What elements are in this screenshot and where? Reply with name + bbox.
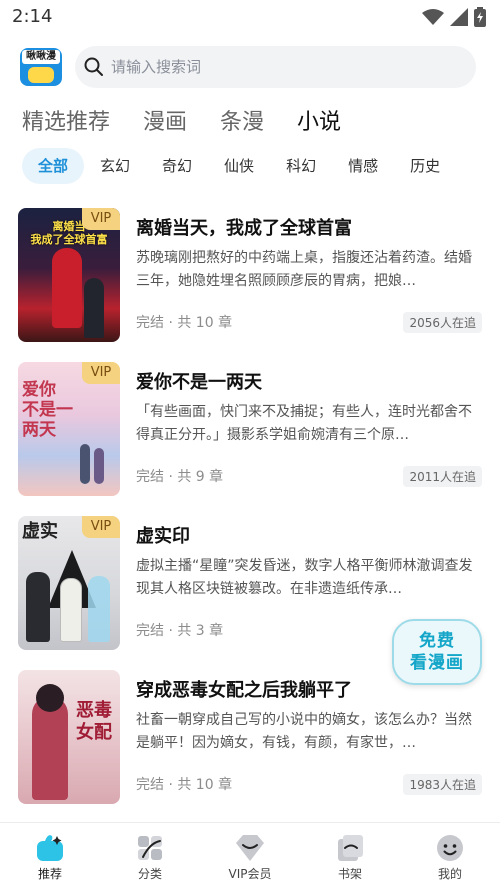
bottom-nav: 推荐 分类 VIP会员 书架 我的 [0, 822, 500, 889]
nav-label: 分类 [137, 867, 162, 881]
status-time: 2:14 [12, 6, 53, 27]
free-comics-float-button[interactable]: 免费 看漫画 [392, 619, 482, 685]
app-screen: 2:14 啾啾漫 精选推荐 漫画 条漫 小说 全部 玄幻 奇幻 仙侠 科幻 情感… [0, 0, 500, 889]
recommend-icon [37, 835, 63, 861]
reader-count: 2011人在追 [403, 466, 482, 487]
book-cover: 恶毒 女配 [18, 670, 120, 804]
genre-tab-all[interactable]: 全部 [22, 148, 85, 184]
tab-novels[interactable]: 小说 [295, 104, 344, 136]
promo-line-2: 看漫画 [410, 653, 464, 673]
cover-figure [26, 572, 50, 642]
genre-tab-history[interactable]: 历史 [394, 148, 456, 184]
promo-line-1: 免费 [419, 631, 455, 651]
nav-label: 推荐 [37, 867, 62, 881]
book-title: 虚实印 [136, 526, 190, 547]
vip-badge: VIP [82, 208, 120, 230]
book-list-item[interactable]: 离婚当 我成了全球首富 VIP 离婚当天，我成了全球首富 苏晚璃刚把熬好的中药端… [18, 208, 484, 342]
cover-figure [80, 444, 90, 484]
book-info: 离婚当天，我成了全球首富 苏晚璃刚把熬好的中药端上桌，指腹还沾着药渣。结婚三年，… [136, 208, 484, 333]
nav-bookshelf[interactable]: 书架 [300, 823, 400, 889]
nav-label: 书架 [337, 867, 362, 881]
book-title: 离婚当天，我成了全球首富 [136, 218, 352, 239]
vip-icon [236, 835, 264, 861]
wifi-icon [422, 9, 444, 25]
tab-webtoon[interactable]: 条漫 [220, 104, 264, 136]
book-status: 完结 · 共 10 章 [136, 777, 233, 793]
status-icons [422, 7, 486, 27]
battery-icon [474, 7, 486, 27]
cover-figure [60, 578, 82, 642]
tab-comics[interactable]: 漫画 [143, 104, 187, 136]
status-bar: 2:14 [0, 0, 500, 34]
logo-mascot [28, 67, 54, 83]
app-logo: 啾啾漫 [20, 48, 62, 86]
cover-figure [88, 576, 110, 642]
logo-text: 啾啾漫 [22, 50, 60, 64]
genre-tab-fantasy[interactable]: 奇幻 [146, 148, 208, 184]
tab-featured[interactable]: 精选推荐 [22, 104, 110, 136]
book-status: 完结 · 共 9 章 [136, 469, 224, 485]
book-list-item[interactable]: 恶毒 女配 穿成恶毒女配之后我躺平了 社畜一朝穿成自己写的小说中的嫡女，该怎么办… [18, 670, 484, 804]
signal-icon [450, 8, 468, 26]
bookshelf-icon [338, 835, 363, 861]
book-status: 完结 · 共 10 章 [136, 315, 233, 331]
main-tabs: 精选推荐 漫画 条漫 小说 [22, 104, 374, 136]
nav-recommend[interactable]: 推荐 [0, 823, 100, 889]
genre-tab-xianxia[interactable]: 仙侠 [208, 148, 270, 184]
cover-figure [52, 248, 82, 328]
genre-tab-romance[interactable]: 情感 [332, 148, 394, 184]
book-title: 爱你不是一两天 [136, 372, 262, 393]
nav-category[interactable]: 分类 [100, 823, 200, 889]
genre-tabs: 全部 玄幻 奇幻 仙侠 科幻 情感 历史 [22, 148, 456, 184]
book-cover: 爱你 不是一 两天 VIP [18, 362, 120, 496]
search-input[interactable] [111, 46, 461, 88]
book-description: 苏晚璃刚把熬好的中药端上桌，指腹还沾着药渣。结婚三年，她隐姓埋名照顾顾彦辰的胃病… [136, 250, 472, 289]
genre-tab-xuanhuan[interactable]: 玄幻 [84, 148, 146, 184]
nav-label: 我的 [437, 867, 462, 881]
reader-count: 2056人在追 [403, 312, 482, 333]
book-cover: 离婚当 我成了全球首富 VIP [18, 208, 120, 342]
category-icon [138, 836, 162, 860]
book-description: 「有些画面，快门来不及捕捉；有些人，连时光都舍不得真正分开。」摄影系学姐俞婉清有… [136, 404, 472, 443]
cover-figure [36, 684, 64, 712]
book-list-item[interactable]: 爱你 不是一 两天 VIP 爱你不是一两天 「有些画面，快门来不及捕捉；有些人，… [18, 362, 484, 496]
profile-icon [437, 835, 463, 861]
genre-tab-scifi[interactable]: 科幻 [270, 148, 332, 184]
book-description: 社畜一朝穿成自己写的小说中的嫡女，该怎么办？当然是躺平！因为嫡女，有钱，有颜，有… [136, 712, 472, 751]
book-info: 虚实印 虚拟主播“星瞳”突发昏迷，数字人格平衡师林澈调查发现其人格区块链被篡改。… [136, 516, 484, 639]
cover-figure [84, 278, 104, 338]
cover-title: 恶毒 女配 [76, 700, 112, 743]
search-icon [84, 57, 103, 76]
nav-profile[interactable]: 我的 [400, 823, 500, 889]
nav-vip[interactable]: VIP会员 [200, 823, 300, 889]
cover-title: 爱你 不是一 两天 [22, 380, 73, 440]
vip-badge: VIP [82, 516, 120, 538]
book-description: 虚拟主播“星瞳”突发昏迷，数字人格平衡师林澈调查发现其人格区块链被篡改。在非遗造… [136, 558, 473, 597]
cover-figure [94, 448, 104, 484]
book-status: 完结 · 共 3 章 [136, 623, 224, 639]
vip-badge: VIP [82, 362, 120, 384]
nav-label: VIP会员 [228, 867, 272, 881]
reader-count: 1983人在追 [403, 774, 482, 795]
search-bar[interactable] [75, 46, 476, 88]
book-info: 爱你不是一两天 「有些画面，快门来不及捕捉；有些人，连时光都舍不得真正分开。」摄… [136, 362, 484, 487]
book-cover: 虚实 VIP [18, 516, 120, 650]
